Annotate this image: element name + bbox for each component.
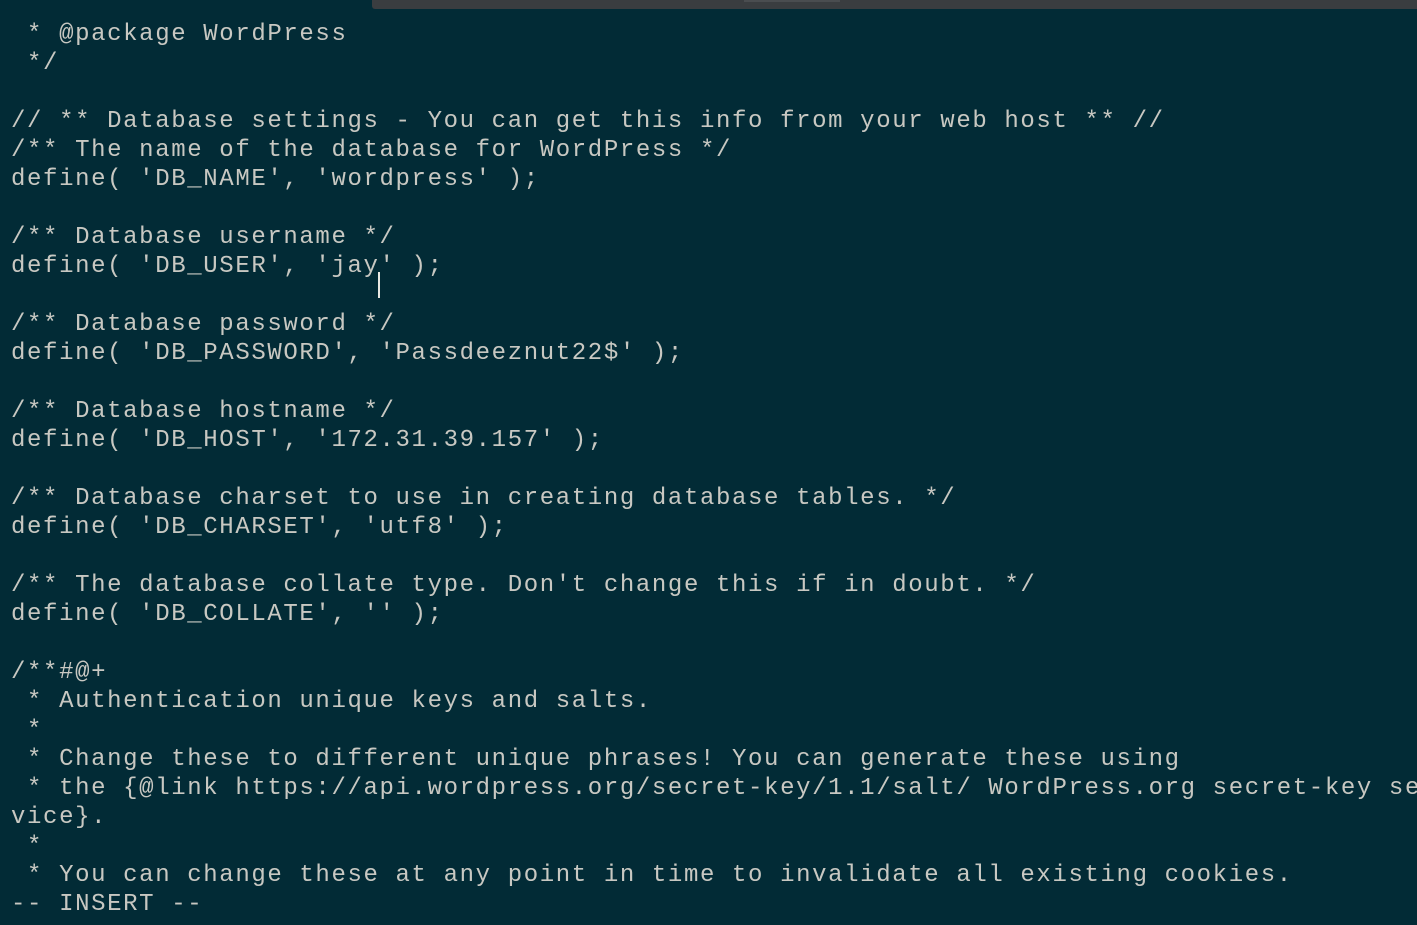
code-line: * Change these to different unique phras…	[11, 746, 1181, 773]
code-line: /** Database hostname */	[11, 398, 396, 425]
terminal-editor[interactable]: * @package WordPress */ // ** Database s…	[0, 18, 1417, 925]
code-line: *	[11, 717, 44, 744]
window-tab-bar[interactable]	[372, 0, 1417, 9]
code-line: * the {@link https://api.wordpress.org/s…	[11, 775, 1417, 802]
code-line: vice}.	[11, 804, 108, 831]
code-line: * Authentication unique keys and salts.	[11, 688, 652, 715]
code-line: define( 'DB_NAME', 'wordpress' );	[11, 166, 540, 193]
tab-indicator	[744, 0, 840, 2]
code-line: define( 'DB_COLLATE', '' );	[11, 601, 444, 628]
code-line: * @package WordPress	[11, 21, 348, 48]
text-cursor	[378, 272, 380, 298]
code-line: */	[11, 50, 60, 77]
code-line: /**#@+	[11, 659, 108, 686]
code-line: /** The database collate type. Don't cha…	[11, 572, 1037, 599]
code-line: define( 'DB_CHARSET', 'utf8' );	[11, 514, 508, 541]
code-line: /** Database username */	[11, 224, 396, 251]
code-line: // ** Database settings - You can get th…	[11, 108, 1165, 135]
code-line: *	[11, 833, 44, 860]
status-line: -- INSERT --	[11, 891, 204, 918]
code-line: /** The name of the database for WordPre…	[11, 137, 733, 164]
code-line: define( 'DB_HOST', '172.31.39.157' );	[11, 427, 604, 454]
code-line: * You can change these at any point in t…	[11, 862, 1293, 889]
code-line: /** Database charset to use in creating …	[11, 485, 957, 512]
code-line: define( 'DB_PASSWORD', 'Passdeeznut22$' …	[11, 340, 684, 367]
code-line: /** Database password */	[11, 311, 396, 338]
